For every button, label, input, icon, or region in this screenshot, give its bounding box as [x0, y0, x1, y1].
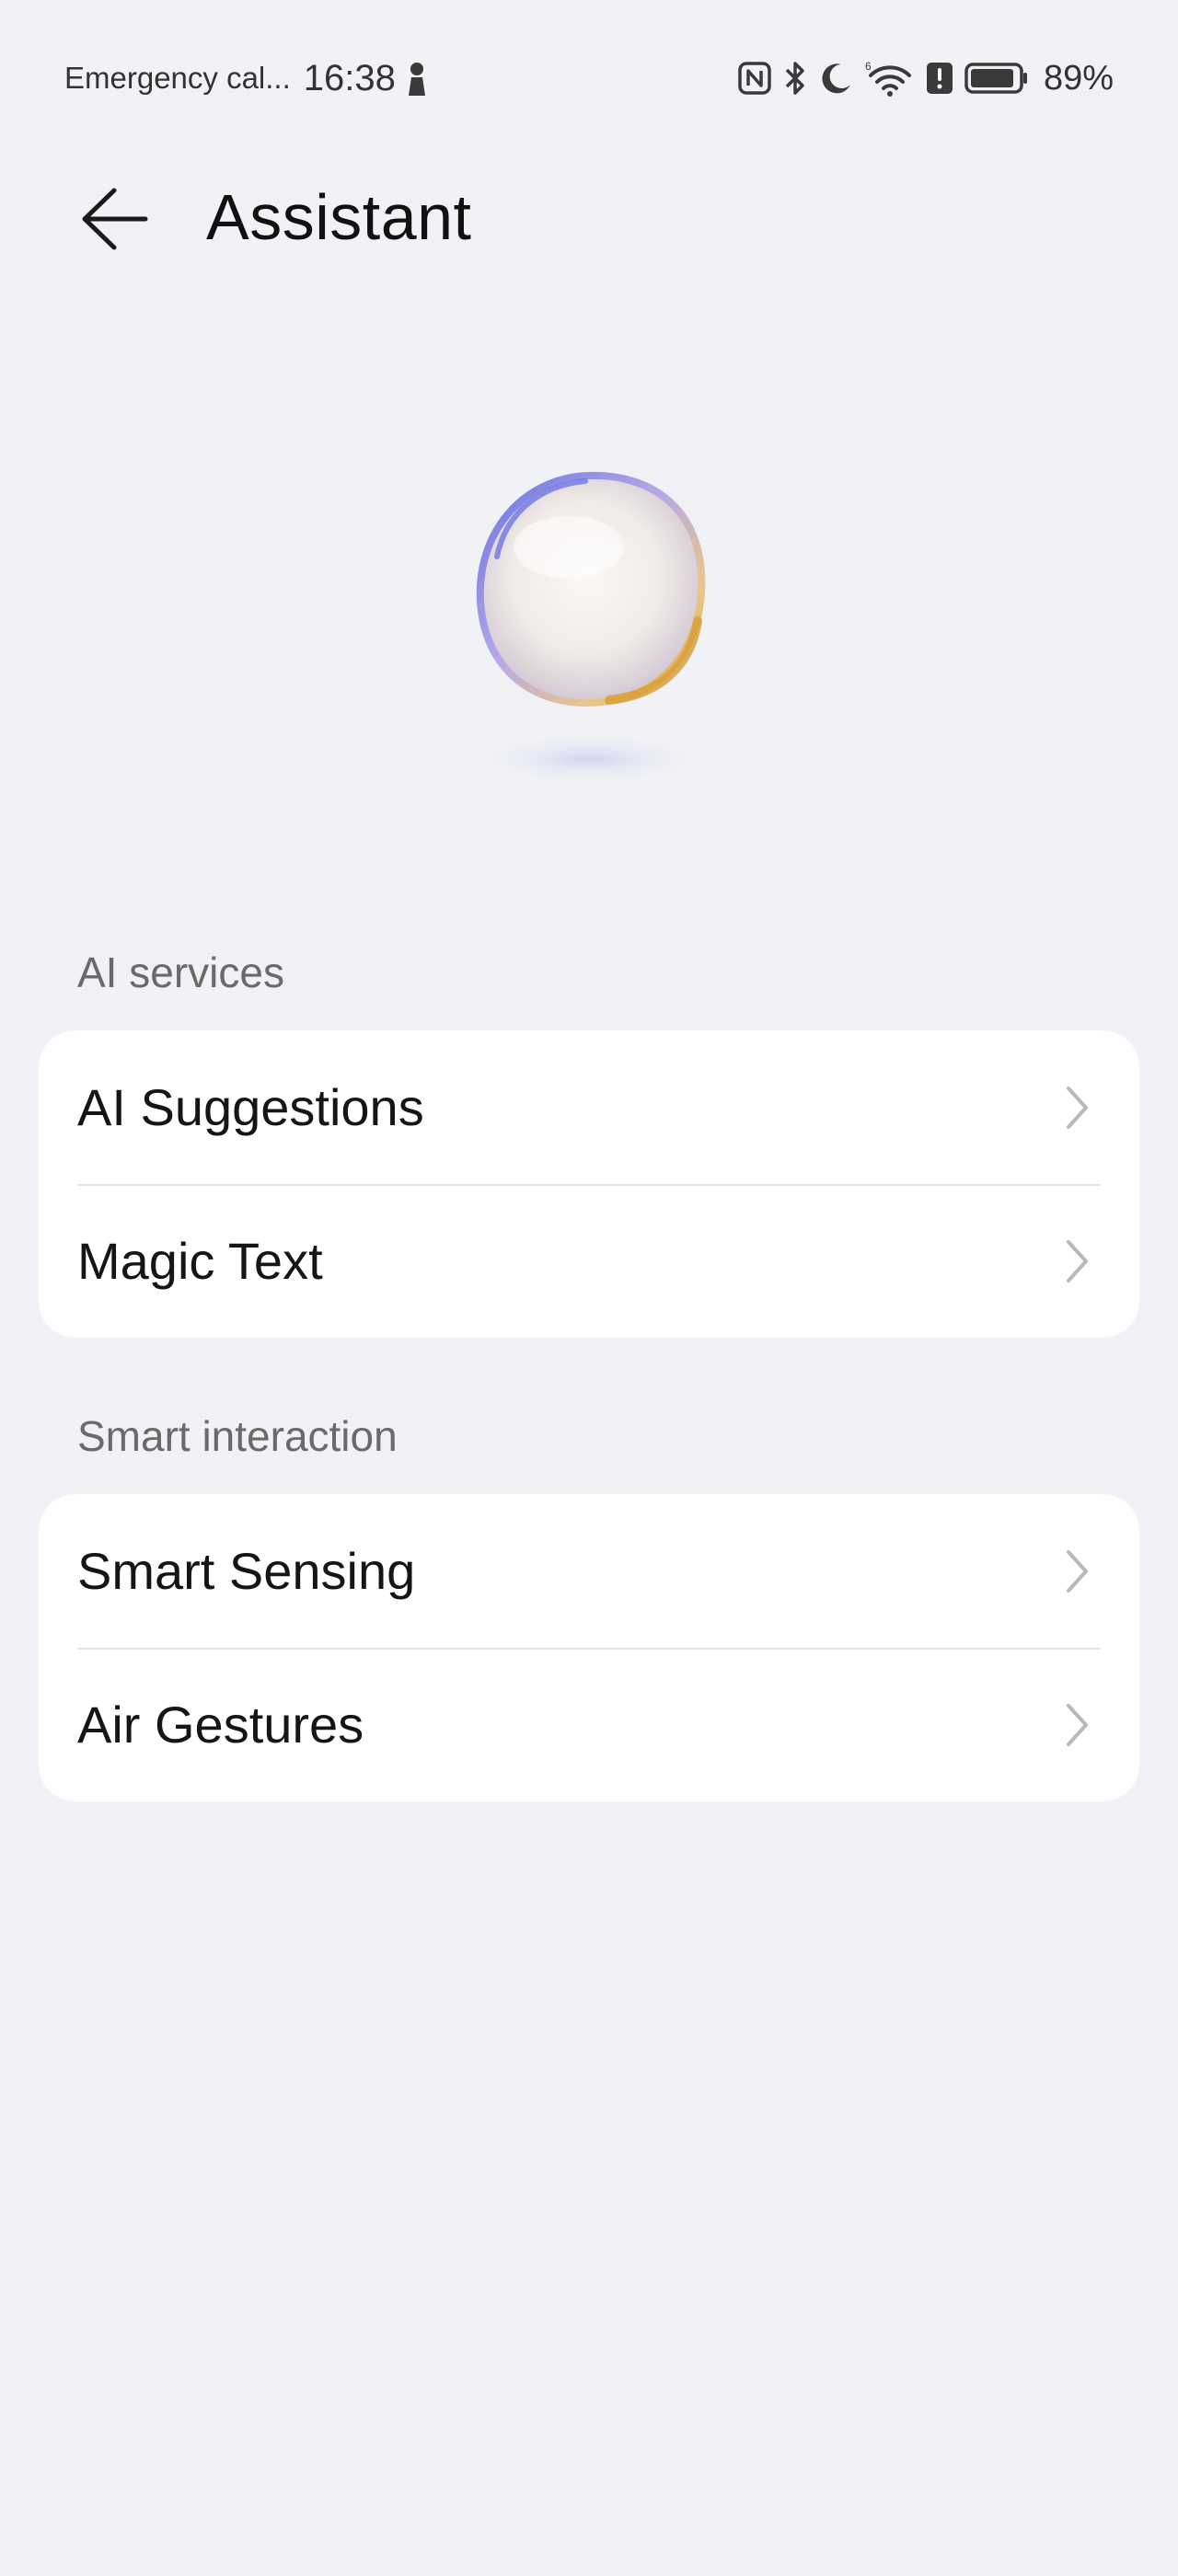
moon-icon	[819, 61, 854, 96]
wifi-icon: 6	[865, 59, 915, 98]
magic-text-label: Magic Text	[77, 1232, 323, 1290]
magic-text-item[interactable]: Magic Text	[39, 1184, 1139, 1338]
status-left: Emergency cal... 16:38	[64, 58, 429, 99]
svg-text:6: 6	[865, 60, 872, 73]
back-arrow-icon	[81, 187, 149, 256]
ai-services-card: AI Suggestions Magic Text	[39, 1030, 1139, 1338]
chevron-right-icon	[1058, 1080, 1095, 1135]
carrier-text: Emergency cal...	[64, 61, 291, 95]
nfc-icon	[738, 62, 771, 95]
ai-suggestions-item[interactable]: AI Suggestions	[39, 1030, 1139, 1184]
status-bar: Emergency cal... 16:38 6 89%	[0, 0, 1178, 156]
person-icon	[405, 61, 429, 96]
screen: Emergency cal... 16:38 6 89% Assistant A…	[0, 0, 1178, 2576]
smart-interaction-card: Smart Sensing Air Gestures	[39, 1494, 1139, 1801]
smart-sensing-item[interactable]: Smart Sensing	[39, 1494, 1139, 1648]
bluetooth-icon	[782, 60, 808, 97]
alert-icon	[926, 62, 953, 95]
smart-sensing-label: Smart Sensing	[77, 1542, 416, 1600]
chevron-right-icon	[1058, 1697, 1095, 1753]
clock: 16:38	[303, 57, 396, 98]
chevron-right-icon	[1058, 1544, 1095, 1599]
assistant-orb-illustration	[296, 359, 882, 865]
battery-percentage: 89%	[1043, 58, 1114, 98]
back-button[interactable]	[74, 184, 156, 258]
ai-suggestions-label: AI Suggestions	[77, 1078, 424, 1136]
battery-icon	[964, 62, 1029, 95]
section-title-smart-interaction: Smart interaction	[77, 1412, 398, 1460]
status-right: 6 89%	[738, 59, 1114, 98]
page-title: Assistant	[206, 181, 472, 253]
air-gestures-label: Air Gestures	[77, 1696, 364, 1754]
header: Assistant	[0, 156, 1178, 285]
section-title-ai-services: AI services	[77, 949, 284, 996]
chevron-right-icon	[1058, 1234, 1095, 1289]
air-gestures-item[interactable]: Air Gestures	[39, 1648, 1139, 1801]
